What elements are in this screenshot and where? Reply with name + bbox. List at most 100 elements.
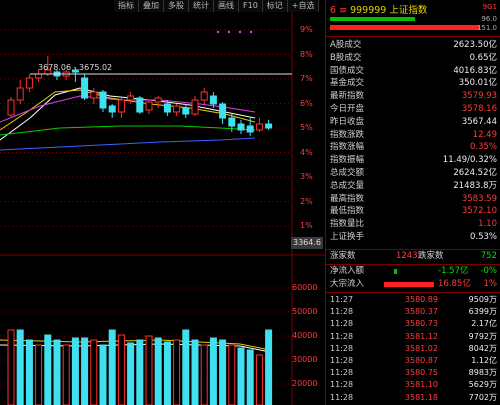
candle <box>81 77 89 99</box>
stat-row: 国债成交 4016.83亿 <box>330 65 497 76</box>
candle <box>200 91 208 101</box>
volume-bar <box>7 329 15 405</box>
toolbar-button[interactable]: 指标 <box>114 0 139 12</box>
candle <box>136 97 144 113</box>
sell-bar-value: 151.0 <box>476 24 497 32</box>
stat-row: 今日开盘 3578.16 <box>330 104 497 114</box>
stat-row: 指数涨跌 12.49 <box>330 129 497 140</box>
stat-row: 指数振幅 11.49/0.32% <box>330 155 497 166</box>
price-marker: 3364.6 <box>291 237 323 249</box>
percent-label: 1% <box>300 221 313 230</box>
candle <box>145 101 153 111</box>
volume-bar <box>16 329 24 405</box>
tick-row[interactable]: 11:28 3581.02 8042万 <box>326 343 500 354</box>
toolbar-button[interactable]: 统计 <box>189 0 214 12</box>
volume-bar <box>237 347 245 405</box>
tick-row[interactable]: 11:28 3580.87 1.12亿 <box>326 355 500 366</box>
candle <box>173 105 181 113</box>
candle <box>255 123 263 131</box>
toolbar-button[interactable]: 叠加 <box>139 0 164 12</box>
volume-bar <box>145 335 153 405</box>
stat-row: 总成交量 21483.8万 <box>330 180 497 191</box>
buy-bar-value: 96.0 <box>481 15 497 23</box>
toolbar-button[interactable]: 标记 <box>262 0 288 12</box>
percent-label: 2% <box>300 196 313 206</box>
down-count: 752 <box>480 251 497 261</box>
divider <box>326 292 500 293</box>
candle <box>246 125 254 133</box>
volume-bar <box>44 334 52 405</box>
volume-bar <box>255 354 263 405</box>
flow-row: 大宗流入 16.85亿 1% <box>330 278 497 289</box>
tick-row[interactable]: 11:28 3580.75 8983万 <box>326 367 500 378</box>
volume-bar <box>246 349 254 405</box>
volume-bar <box>25 339 33 405</box>
market-prefix: 6 ≡ <box>330 5 348 16</box>
volume-bar <box>136 339 144 405</box>
divider <box>326 264 500 265</box>
flow-row: 净流入额 -1.57亿 -0% <box>330 266 497 276</box>
toolbar-button[interactable]: F10 <box>239 0 263 12</box>
tick-row[interactable]: 11:28 3580.73 2.17亿 <box>326 318 500 329</box>
stat-row: 上证换手 0.53% <box>330 232 497 242</box>
candle <box>25 77 33 89</box>
volume-bar <box>182 329 190 405</box>
candle <box>237 123 245 131</box>
percent-label: 6% <box>300 98 313 108</box>
volume-bar <box>191 339 199 405</box>
volume-label: 30000 <box>292 355 318 364</box>
volume-bar <box>265 329 273 405</box>
stat-row: 最低指数 3572.10 <box>330 206 497 217</box>
breadth-row: 涨家数 1243 跌家数 752 <box>330 251 497 261</box>
volume-bar <box>62 344 70 405</box>
volume-bar <box>127 342 135 405</box>
stat-row: 最新指数 3579.93 <box>330 91 497 102</box>
divider <box>326 36 500 37</box>
candle <box>99 91 107 109</box>
candle <box>228 117 236 127</box>
kline-chart[interactable]: 3678.06 - 3675.02 <box>0 0 325 405</box>
stat-row: B股成交 0.65亿 <box>330 52 497 63</box>
candle <box>154 97 162 103</box>
tick-row[interactable]: 11:28 3581.12 9792万 <box>326 331 500 342</box>
percent-label: 9% <box>300 25 313 34</box>
volume-label: 50000 <box>292 307 318 316</box>
tick-row[interactable]: 11:28 3580.37 6399万 <box>326 306 500 317</box>
candle <box>90 91 98 99</box>
candle <box>182 107 190 115</box>
chart-toolbar: 指标 叠加 多股 统计 画线 F10 标记 +自选 <box>114 0 320 12</box>
tick-row[interactable]: 11:28 3581.10 5629万 <box>326 379 500 390</box>
candle <box>117 99 125 113</box>
candle <box>219 103 227 119</box>
candle <box>16 87 24 101</box>
volume-bar <box>173 339 181 405</box>
volume-bar <box>154 337 162 405</box>
toolbar-button[interactable]: +自选 <box>287 0 320 12</box>
stat-row: 指数涨幅 0.35% <box>330 142 497 153</box>
volume-bar <box>219 339 227 405</box>
stat-row: 最高指数 3583.59 <box>330 193 497 204</box>
toolbar-button[interactable]: 多股 <box>164 0 189 12</box>
candle <box>209 95 217 105</box>
stat-row: 基金成交 350.01亿 <box>330 78 497 89</box>
tick-row[interactable]: 11:28 3581.18 7702万 <box>326 392 500 403</box>
percent-label: 3% <box>300 172 313 181</box>
divider <box>326 249 500 250</box>
volume-bar <box>117 334 125 405</box>
candle <box>108 105 116 113</box>
toolbar-button[interactable]: 画线 <box>214 0 239 12</box>
volume-bar <box>53 339 61 405</box>
security-title[interactable]: 999999 上证指数 <box>350 5 427 16</box>
volume-label: 20000 <box>292 379 318 388</box>
quote-panel: 6 ≡ 999999 上证指数 9G1 96.0 151.0 A股成交 2623.… <box>325 0 500 405</box>
volume-bar <box>228 344 236 405</box>
volume-bar <box>90 339 98 405</box>
volume-bar <box>71 337 79 405</box>
volume-bar <box>81 337 89 405</box>
volume-bar <box>200 344 208 405</box>
stat-row: 指数量比 1.10 <box>330 219 497 230</box>
tick-row[interactable]: 11:27 3580.89 9509万 <box>326 294 500 305</box>
percent-label: 4% <box>300 147 313 157</box>
volume-bar <box>108 329 116 405</box>
stat-row: A股成交 2623.50亿 <box>330 40 497 50</box>
